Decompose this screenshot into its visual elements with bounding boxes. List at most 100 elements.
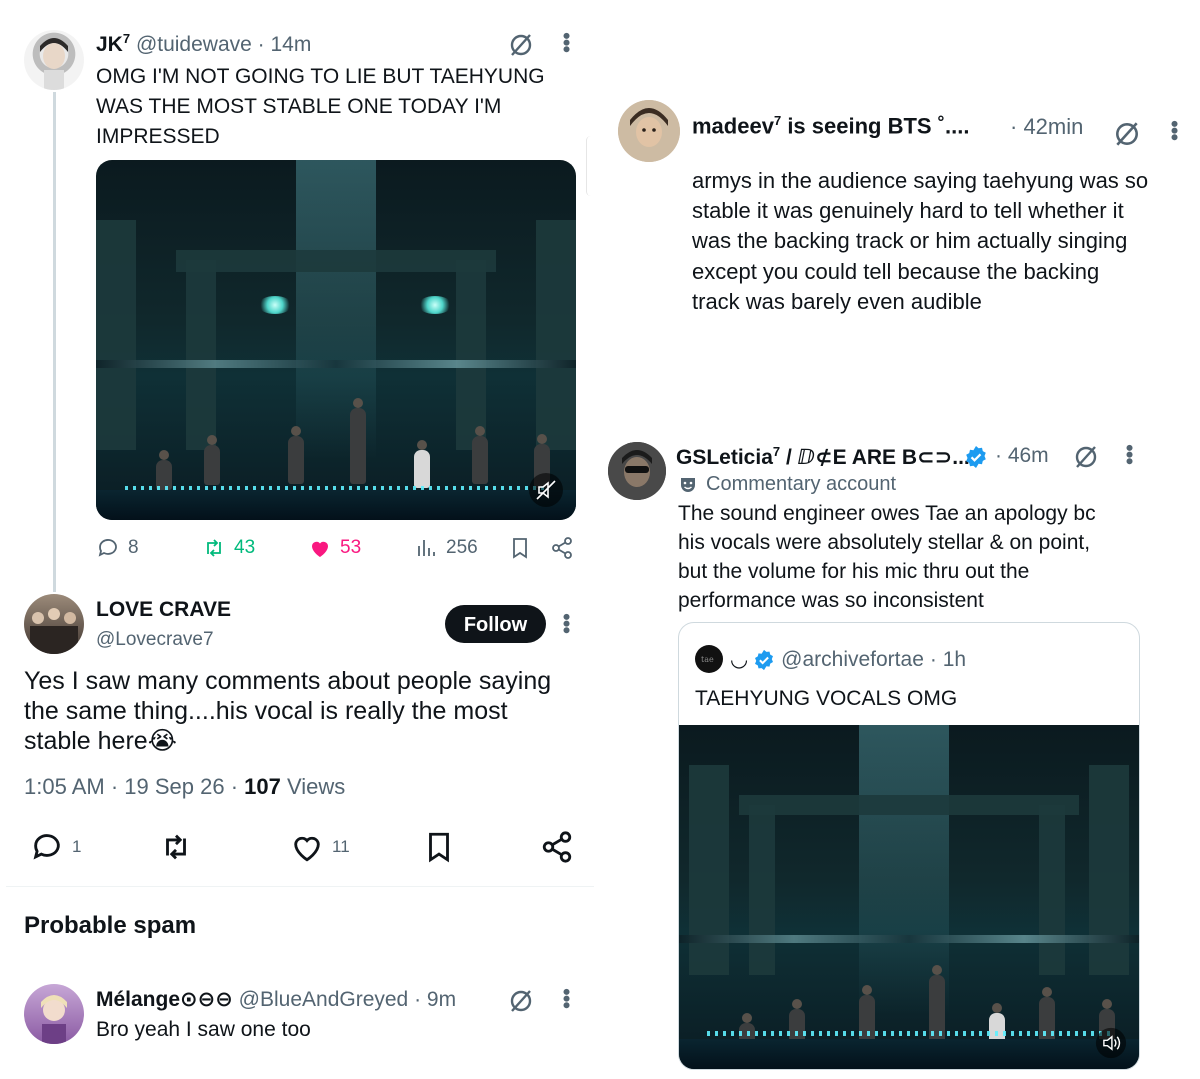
tweet-date[interactable]: 19 Sep 26 <box>124 774 224 799</box>
timestamp[interactable]: · 9m <box>414 988 456 1011</box>
tweet-text: Bro yeah I saw one too <box>96 1018 311 1041</box>
display-name-suffix[interactable]: is seeing BTS ˚.... <box>787 113 969 138</box>
tweet-text-line: stable it was genuinely hard to tell whe… <box>692 198 1124 224</box>
verified-badge-icon <box>755 649 774 670</box>
tweet-text: Yes I saw many comments about people say… <box>24 666 551 756</box>
retweet-icon[interactable] <box>159 830 193 864</box>
bookmark-icon[interactable] <box>422 830 456 864</box>
heart-icon <box>312 541 328 557</box>
more-icon[interactable]: ••• <box>554 988 579 1008</box>
retweet-button[interactable]: 43 <box>202 536 255 560</box>
views-label: Views <box>287 774 346 799</box>
tweet-text: The sound engineer owes Tae an apology b… <box>678 499 1096 615</box>
timestamp[interactable]: · 46m <box>995 444 1049 468</box>
name-superscript: 7 <box>772 444 781 459</box>
tweet-text-line: the same thing....his vocal is really th… <box>24 697 508 725</box>
tweet-header: madeev7 is seeing BTS ˚.... <box>692 113 969 139</box>
tweet-text-line: Yes I saw many comments about people say… <box>24 667 552 695</box>
handle[interactable]: @BlueAndGreyed <box>239 988 409 1011</box>
like-button[interactable]: 53 <box>308 536 361 560</box>
reply-button[interactable]: 8 <box>96 536 139 560</box>
display-name[interactable]: Mélange⊙⊖⊖ <box>96 988 233 1011</box>
handle[interactable]: @Lovecrave7 <box>96 629 214 651</box>
display-name-suffix[interactable]: / ⅅ⊄E ARE B⊂⊃... <box>786 446 970 469</box>
tweet-text-line: IMPRESSED <box>96 125 220 148</box>
tweet-video[interactable] <box>96 160 576 520</box>
display-name[interactable]: ◡ <box>731 647 747 672</box>
reply-icon <box>98 539 117 557</box>
reply-button[interactable]: 1 <box>30 830 81 864</box>
commentary-label: Commentary account <box>678 473 896 496</box>
display-name[interactable]: JK <box>96 33 123 56</box>
name-superscript: 7 <box>122 31 131 46</box>
tweet-text-line: stable here😭 <box>24 727 177 755</box>
retweet-count: 43 <box>234 537 256 558</box>
quoted-video[interactable] <box>679 725 1139 1069</box>
tweet-text-line: was the backing track or him actually si… <box>692 228 1128 254</box>
avatar[interactable]: tae <box>695 645 723 673</box>
timestamp[interactable]: · 42min <box>1010 114 1083 140</box>
theater-mask-icon <box>681 477 695 492</box>
tweet-text: OMG I'M NOT GOING TO LIE BUT TAEHYUNG WA… <box>96 62 545 152</box>
like-button[interactable]: 11 <box>290 830 350 864</box>
avatar[interactable] <box>608 442 666 500</box>
views-icon <box>418 540 435 556</box>
more-icon[interactable]: ••• <box>554 32 579 52</box>
more-icon[interactable]: ••• <box>1117 444 1142 464</box>
tweet-time[interactable]: 1:05 AM <box>24 774 105 799</box>
follow-button[interactable]: Follow <box>445 605 546 643</box>
display-name[interactable]: LOVE CRAVE <box>96 598 231 622</box>
reply-icon <box>33 834 60 860</box>
tweet-header: JK7 @tuidewave · 14m <box>96 31 311 57</box>
thread-line <box>53 92 56 592</box>
tweet-text-line: armys in the audience saying taehyung wa… <box>692 168 1149 193</box>
grok-icon[interactable] <box>1073 444 1099 470</box>
share-icon[interactable] <box>540 830 574 864</box>
divider <box>6 886 594 887</box>
display-name[interactable]: madeev <box>692 113 774 138</box>
volume-icon[interactable] <box>1095 1027 1127 1059</box>
more-icon[interactable]: ••• <box>554 613 579 633</box>
mute-icon[interactable] <box>528 472 564 508</box>
grok-icon[interactable] <box>508 32 534 58</box>
handle[interactable]: @archivefortae <box>781 648 924 672</box>
tweet-text-line: OMG I'M NOT GOING TO LIE BUT TAEHYUNG <box>96 65 545 88</box>
name-superscript: 7 <box>773 113 782 128</box>
more-icon[interactable]: ••• <box>1162 120 1187 140</box>
display-name[interactable]: GSLeticia <box>676 446 773 469</box>
tweet-text-line: performance was so inconsistent <box>678 589 984 612</box>
views-button[interactable]: 256 <box>414 536 478 560</box>
quoted-text: TAEHYUNG VOCALS OMG <box>695 687 958 710</box>
tweet-meta: 1:05 AM · 19 Sep 26 · 107 Views <box>24 774 346 799</box>
quoted-header: ◡ @archivefortae · 1h <box>731 647 966 672</box>
avatar[interactable] <box>24 594 84 654</box>
svg-text:tae: tae <box>701 655 714 664</box>
section-heading: Probable spam <box>24 912 197 939</box>
like-count: 53 <box>340 537 362 558</box>
timestamp[interactable]: · 1h <box>930 648 966 672</box>
handle[interactable]: @tuidewave <box>136 33 252 56</box>
views-total: 107 <box>244 774 281 799</box>
quoted-tweet[interactable]: tae ◡ @archivefortae · 1h TAEHYUNG VOCAL… <box>678 622 1140 1070</box>
reply-count: 8 <box>128 537 139 558</box>
views-count: 256 <box>446 537 478 558</box>
commentary-text: Commentary account <box>706 473 897 495</box>
avatar[interactable] <box>24 984 84 1044</box>
scroll-edge <box>586 136 595 196</box>
tweet-text-line: The sound engineer owes Tae an apology b… <box>678 502 1096 525</box>
tweet-text-line: his vocals were absolutely stellar & on … <box>678 531 1091 554</box>
bookmark-icon[interactable] <box>508 536 532 560</box>
grok-icon[interactable] <box>1113 120 1141 148</box>
timestamp[interactable]: · 14m <box>258 33 312 56</box>
tweet-text-line: but the volume for his mic thru out the <box>678 560 1030 583</box>
grok-icon[interactable] <box>508 988 534 1014</box>
avatar[interactable] <box>618 100 680 162</box>
tweet-text-line: WAS THE MOST STABLE ONE TODAY I'M <box>96 95 502 118</box>
avatar[interactable] <box>24 30 84 90</box>
share-icon[interactable] <box>550 536 574 560</box>
verified-badge-icon <box>966 446 986 468</box>
retweet-icon <box>207 539 221 557</box>
tweet-header: Mélange⊙⊖⊖ @BlueAndGreyed · 9m <box>96 987 456 1012</box>
reply-count: 1 <box>72 837 82 856</box>
tweet-text: armys in the audience saying taehyung wa… <box>692 166 1148 317</box>
